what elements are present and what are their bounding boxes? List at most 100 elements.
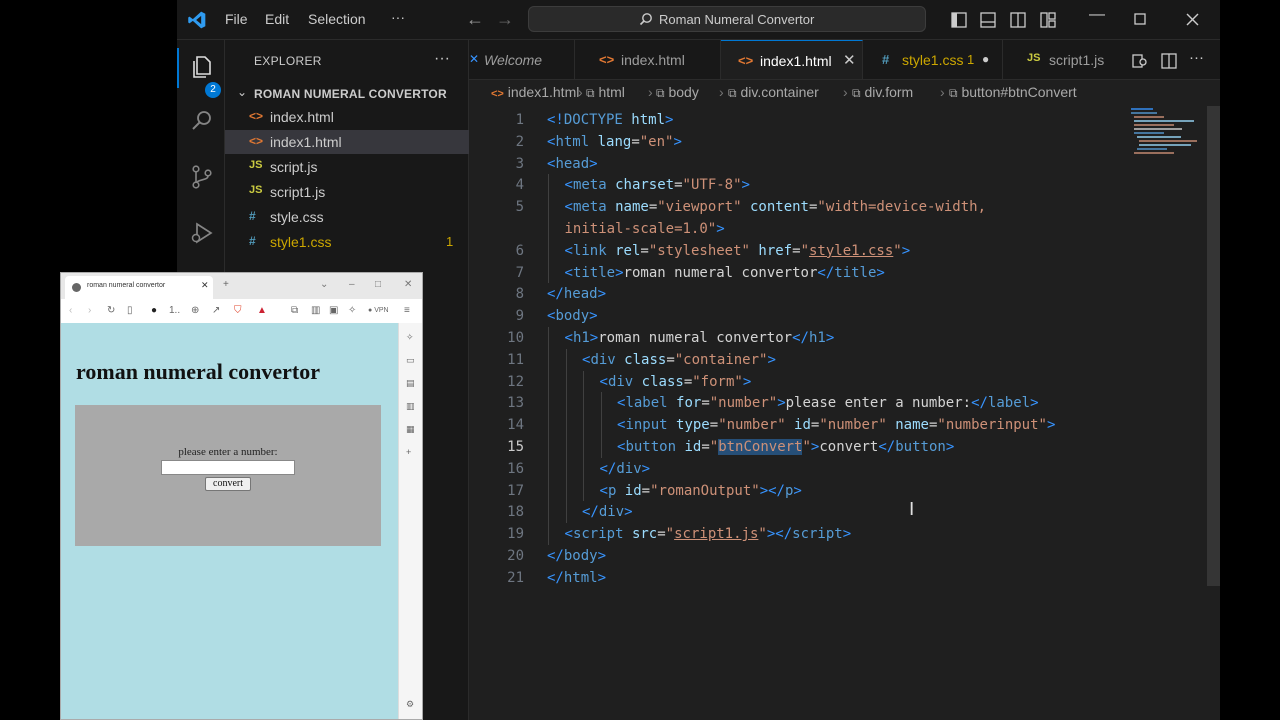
file-item-style-css[interactable]: # style.css — [225, 205, 469, 229]
code-line[interactable]: <html lang="en"> — [547, 131, 682, 153]
code-line[interactable]: <head> — [547, 153, 598, 175]
bookmarks-icon[interactable]: ▤ — [406, 378, 415, 389]
code-line[interactable]: <link rel="stylesheet" href="style1.css"… — [565, 240, 911, 262]
more-actions-icon[interactable]: ··· — [1189, 49, 1204, 66]
code-line[interactable]: <!DOCTYPE html> — [547, 109, 673, 131]
close-window-icon[interactable] — [1186, 13, 1199, 26]
bookmark-icon[interactable]: ▯ — [127, 305, 133, 316]
close-tab-icon[interactable]: ✕ — [201, 280, 209, 291]
explorer-activity-button[interactable]: 2 — [177, 54, 225, 98]
maximize-icon[interactable]: □ — [375, 279, 381, 290]
leo-icon[interactable]: ✧ — [348, 305, 356, 316]
chevron-down-icon[interactable]: ⌄ — [320, 279, 328, 290]
code-line[interactable]: <title>roman numeral convertor</title> — [565, 262, 885, 284]
file-item-index1-html[interactable]: <> index1.html — [225, 130, 469, 154]
minimap[interactable] — [1131, 106, 1201, 166]
unsaved-dot-icon[interactable]: ● — [982, 52, 989, 66]
source-control-icon[interactable] — [189, 164, 215, 190]
toggle-sidebar-icon[interactable] — [951, 12, 967, 28]
zoom-icon[interactable]: ⊕ — [191, 305, 199, 316]
more-actions-icon[interactable]: ··· — [434, 50, 450, 68]
code-line[interactable]: <h1>roman numeral convertor</h1> — [565, 327, 835, 349]
forward-arrow-icon[interactable]: › — [88, 305, 91, 316]
code-line[interactable]: </body> — [547, 545, 606, 567]
code-line[interactable]: initial-scale=1.0"> — [565, 218, 725, 240]
leo-icon[interactable]: ✧ — [406, 332, 414, 343]
add-panel-icon[interactable]: + — [406, 447, 411, 457]
number-input[interactable] — [161, 460, 295, 475]
sidebar-icon[interactable]: ▥ — [311, 305, 320, 316]
breadcrumb-item[interactable]: ⧉ div.container — [728, 84, 819, 101]
convert-button[interactable]: convert — [205, 477, 251, 491]
code-editor[interactable]: 1 2 3 4 5 6 7 8 9 10 11 12 13 14 15 16 17 18 19 20 21 <!DOCTY… — [469, 106, 1220, 720]
vertical-scrollbar[interactable] — [1207, 106, 1220, 586]
command-center-search[interactable]: Roman Numeral Convertor — [528, 6, 926, 32]
toggle-secondary-sidebar-icon[interactable] — [1010, 12, 1026, 28]
tab-style1-css[interactable]: # style1.css 1 ● — [863, 40, 1003, 79]
run-debug-icon[interactable] — [189, 220, 215, 246]
close-tab-icon[interactable]: ✕ — [843, 51, 856, 69]
breadcrumb-item[interactable]: ⧉ html — [586, 84, 625, 101]
wallet-icon[interactable]: ▣ — [329, 305, 338, 316]
folder-header[interactable]: ⌄ ROMAN NUMERAL CONVERTOR — [225, 83, 469, 105]
code-line[interactable]: </head> — [547, 283, 606, 305]
forward-arrow-icon[interactable]: → — [496, 9, 514, 30]
close-window-icon[interactable]: ✕ — [404, 279, 412, 290]
toggle-panel-icon[interactable] — [980, 12, 996, 28]
breadcrumb-item[interactable]: ⧉ body — [656, 84, 699, 101]
menu-more[interactable]: ··· — [391, 9, 405, 25]
share-icon[interactable]: ↗ — [212, 305, 220, 316]
back-arrow-icon[interactable]: ← — [466, 9, 484, 30]
reload-icon[interactable]: ↻ — [107, 305, 115, 316]
maximize-icon[interactable] — [1134, 13, 1146, 25]
tab-script1-js[interactable]: JS script1.js — [1003, 40, 1111, 79]
search-icon[interactable] — [189, 108, 215, 134]
open-preview-icon[interactable] — [1132, 53, 1148, 69]
code-line[interactable]: </div> — [600, 458, 651, 480]
vpn-button[interactable]: ● VPN — [368, 307, 389, 314]
gear-icon[interactable]: ⚙ — [406, 699, 414, 710]
file-item-index-html[interactable]: <> index.html — [225, 105, 469, 129]
menu-file[interactable]: File — [225, 11, 248, 27]
menu-selection[interactable]: Selection — [308, 11, 366, 27]
indent-guide — [565, 479, 567, 502]
breadcrumb-item[interactable]: <> index1.html — [491, 84, 579, 100]
code-line[interactable]: </div> — [582, 501, 633, 523]
grid-icon[interactable]: ▦ — [406, 424, 415, 435]
rewards-icon[interactable]: ▲ — [257, 305, 267, 316]
new-tab-icon[interactable]: + — [223, 279, 229, 290]
reading-list-icon[interactable]: ▭ — [406, 355, 415, 366]
split-editor-icon[interactable] — [1161, 53, 1177, 69]
shield-icon[interactable]: ⛉ — [234, 305, 242, 316]
tab-index-html[interactable]: <> index.html — [575, 40, 721, 79]
customize-layout-icon[interactable] — [1040, 12, 1056, 28]
code-line[interactable]: </html> — [547, 567, 606, 589]
code-line[interactable]: <p id="romanOutput"></p> — [600, 480, 802, 502]
code-line[interactable]: <label for="number">please enter a numbe… — [617, 392, 1039, 414]
code-line[interactable]: <body> — [547, 305, 598, 327]
menu-edit[interactable]: Edit — [265, 11, 289, 27]
file-item-script1-js[interactable]: JS script1.js — [225, 180, 469, 204]
info-icon[interactable]: ● — [151, 305, 157, 316]
code-line[interactable]: <button id="btnConvert">convert</button> — [617, 436, 954, 458]
breadcrumb-item[interactable]: ⧉ button#btnConvert — [949, 84, 1077, 101]
code-line[interactable]: <script src="script1.js"></script> — [565, 523, 852, 545]
minimize-icon[interactable]: — — [1089, 6, 1105, 24]
code-line[interactable]: <input type="number" id="number" name="n… — [617, 414, 1055, 436]
code-line[interactable]: <meta charset="UTF-8"> — [565, 174, 750, 196]
file-item-style1-css[interactable]: # style1.css 1 — [225, 230, 469, 254]
minimize-icon[interactable]: – — [349, 279, 355, 290]
address-bar[interactable]: 1.. — [169, 305, 180, 316]
tab-index1-html[interactable]: <> index1.html ✕ — [721, 40, 863, 79]
file-item-script-js[interactable]: JS script.js — [225, 155, 469, 179]
code-line[interactable]: <div class="form"> — [600, 371, 752, 393]
extensions-icon[interactable]: ⧉ — [291, 305, 298, 316]
code-line[interactable]: <meta name="viewport" content="width=dev… — [565, 196, 987, 218]
tab-welcome[interactable]: ✕ Welcome — [469, 40, 575, 79]
menu-icon[interactable]: ≡ — [404, 305, 410, 316]
back-arrow-icon[interactable]: ‹ — [69, 305, 72, 316]
history-icon[interactable]: ▥ — [406, 401, 415, 412]
code-line[interactable]: <div class="container"> — [582, 349, 776, 371]
browser-tab[interactable]: roman numeral convertor ✕ — [65, 276, 213, 299]
breadcrumb-item[interactable]: ⧉ div.form — [852, 84, 913, 101]
